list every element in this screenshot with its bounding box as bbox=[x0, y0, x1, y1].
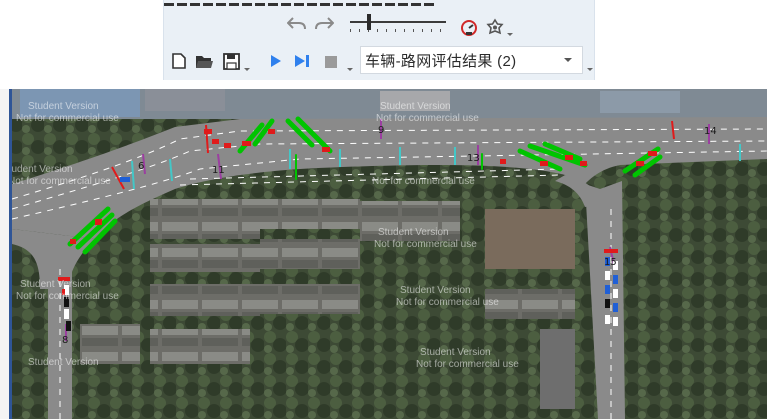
watermark: Student Version bbox=[420, 347, 491, 358]
speedometer-icon[interactable] bbox=[459, 18, 479, 38]
watermark: Student Version bbox=[380, 101, 451, 112]
stop-icon[interactable] bbox=[324, 55, 338, 69]
zoom-slider-track[interactable] bbox=[350, 21, 446, 23]
network-map[interactable]: 6 8 9 11 13 14 15 Student Version Not fo… bbox=[0, 89, 767, 419]
node-label-11[interactable]: 11 bbox=[212, 165, 225, 176]
node-label-9[interactable]: 9 bbox=[378, 125, 384, 136]
open-folder-icon[interactable] bbox=[194, 52, 214, 70]
result-select[interactable]: 车辆-路网评估结果 (2) bbox=[360, 46, 583, 74]
watermark: Not for commercial use bbox=[396, 297, 499, 308]
node-label-8[interactable]: 8 bbox=[62, 335, 68, 346]
play-icon[interactable] bbox=[267, 53, 285, 69]
watermark: Not for commercial use bbox=[8, 176, 111, 187]
stop-dropdown-arrow[interactable] bbox=[347, 68, 353, 71]
undo-icon[interactable] bbox=[286, 14, 308, 32]
watermark: Student Version bbox=[28, 101, 99, 112]
watermark: Student Version bbox=[400, 285, 471, 296]
chevron-down-icon[interactable] bbox=[564, 58, 572, 62]
node-label-13[interactable]: 13 bbox=[467, 153, 480, 164]
watermark: Student Version bbox=[28, 357, 99, 368]
watermark: Student Version bbox=[20, 279, 91, 290]
toolbar: 车辆-路网评估结果 (2) bbox=[163, 0, 595, 80]
save-dropdown-arrow[interactable] bbox=[244, 68, 250, 71]
node-label-15[interactable]: 15 bbox=[604, 257, 617, 268]
toolbar-clipped-row bbox=[164, 0, 594, 6]
watermark: Not for commercial use bbox=[376, 113, 479, 124]
badge-dropdown-arrow[interactable] bbox=[507, 33, 513, 36]
zoom-slider-ticks bbox=[350, 29, 446, 32]
watermark: Not for commercial use bbox=[16, 113, 119, 124]
new-file-icon[interactable] bbox=[170, 52, 188, 70]
badge-icon[interactable] bbox=[484, 17, 506, 39]
zoom-slider-thumb[interactable] bbox=[367, 14, 371, 30]
node-label-14[interactable]: 14 bbox=[704, 126, 717, 137]
node-label-6[interactable]: 6 bbox=[138, 161, 144, 172]
watermark: Student Version bbox=[378, 227, 449, 238]
save-icon[interactable] bbox=[221, 52, 241, 70]
map-canvas bbox=[0, 89, 767, 419]
watermark: Student Version bbox=[2, 164, 73, 175]
toolbar-overflow-arrow[interactable] bbox=[587, 68, 593, 71]
step-forward-icon[interactable] bbox=[292, 53, 312, 69]
result-select-value: 车辆-路网评估结果 (2) bbox=[365, 52, 517, 70]
watermark: Not for commercial use bbox=[416, 359, 519, 370]
left-panel-edge bbox=[0, 89, 12, 419]
watermark: Not for commercial use bbox=[374, 239, 477, 250]
watermark: Not for commercial use bbox=[372, 176, 475, 187]
redo-icon[interactable] bbox=[313, 14, 335, 32]
watermark: Not for commercial use bbox=[16, 291, 119, 302]
